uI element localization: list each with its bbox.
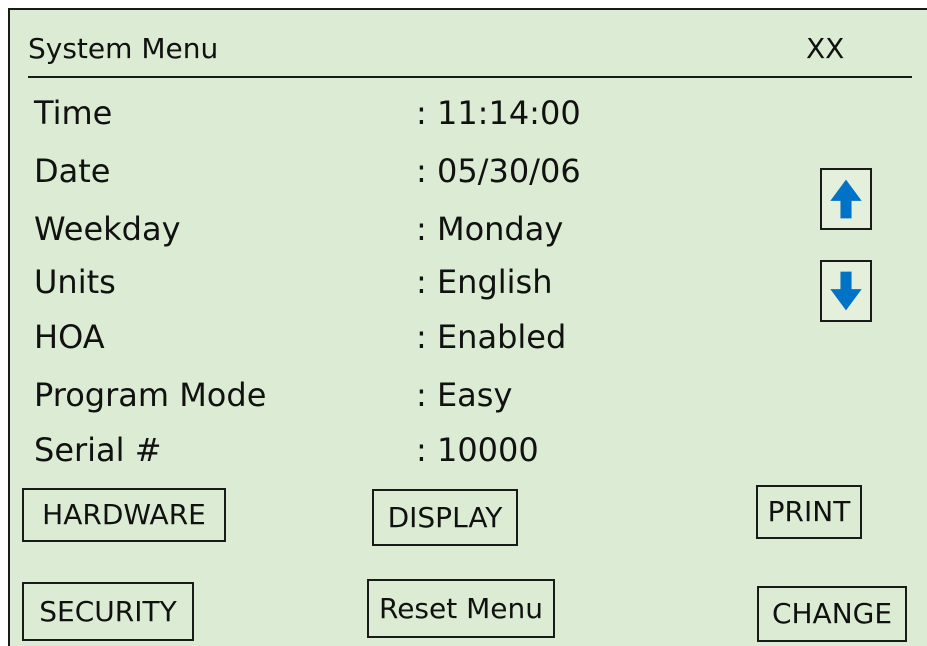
hoa-label: HOA [34, 318, 105, 356]
title-divider [28, 76, 912, 78]
serial-number-value: : 10000 [416, 431, 539, 469]
change-button[interactable]: CHANGE [757, 586, 907, 642]
system-menu-screen: System Menu XX Time : 11:14:00 Date : 05… [8, 8, 927, 646]
date-label: Date [34, 152, 111, 190]
time-value: : 11:14:00 [416, 94, 581, 132]
date-value: : 05/30/06 [416, 152, 581, 190]
screen-id: XX [806, 32, 845, 65]
units-value: : English [416, 263, 553, 301]
print-button[interactable]: PRINT [756, 485, 862, 539]
units-label: Units [34, 263, 116, 301]
display-button[interactable]: DISPLAY [372, 489, 518, 546]
weekday-label: Weekday [34, 210, 181, 248]
hardware-button[interactable]: HARDWARE [22, 488, 226, 542]
security-button[interactable]: SECURITY [22, 582, 194, 641]
serial-number-label: Serial # [34, 431, 162, 469]
reset-menu-button[interactable]: Reset Menu [367, 579, 555, 638]
arrow-up-icon [830, 179, 862, 219]
scroll-down-button[interactable] [820, 260, 872, 322]
program-mode-value: : Easy [416, 376, 513, 414]
weekday-value: : Monday [416, 210, 564, 248]
program-mode-label: Program Mode [34, 376, 267, 414]
arrow-down-icon [830, 271, 862, 311]
scroll-up-button[interactable] [820, 168, 872, 230]
time-label: Time [34, 94, 113, 132]
hoa-value: : Enabled [416, 318, 567, 356]
page-title: System Menu [28, 32, 219, 65]
